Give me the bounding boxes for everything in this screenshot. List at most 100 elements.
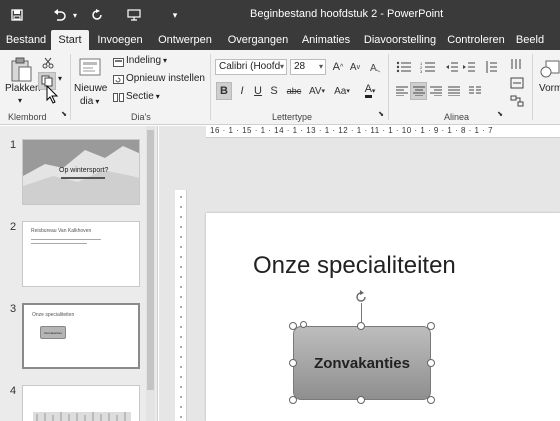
thumbnail-slide-1[interactable]: Op wintersport? — [22, 139, 140, 205]
resize-handle-top[interactable] — [357, 322, 365, 330]
chevron-down-icon: ▾ — [318, 62, 323, 71]
svg-text:3: 3 — [420, 69, 423, 73]
thumbnail-number: 2 — [10, 221, 17, 233]
shapes-button[interactable]: Vorm — [539, 83, 560, 94]
shrink-font-icon[interactable]: Av — [348, 59, 362, 75]
shapes-icon[interactable] — [540, 56, 560, 82]
bold-glyph: B — [220, 85, 228, 97]
thumbnail-title: Onze specialiteiten — [32, 312, 75, 318]
spacing-glyph: AV — [308, 85, 322, 97]
section-icon — [112, 92, 124, 102]
bold-button[interactable]: B — [216, 82, 232, 100]
grow-font-icon[interactable]: A ^ — [331, 59, 345, 75]
new-slide-button-2[interactable]: dia ▾ — [80, 96, 99, 107]
copy-dropdown-icon[interactable]: ▾ — [58, 74, 62, 83]
thumbnail-text-line — [31, 243, 87, 244]
bullets-icon[interactable] — [393, 59, 415, 75]
underline-button[interactable]: U — [251, 82, 265, 100]
resize-handle-bottom-right[interactable] — [427, 396, 435, 404]
justify-icon[interactable] — [446, 83, 462, 99]
thumbnail-slide-3[interactable]: Onze specialiteiten Zonvakanties — [22, 303, 140, 369]
chevron-down-icon: ▾ — [346, 88, 350, 95]
paste-button[interactable]: Plakken — [5, 83, 41, 94]
reset-button[interactable]: Opnieuw instellen — [126, 73, 205, 84]
thumbnail-slide-4[interactable] — [22, 385, 140, 421]
strikethrough-button[interactable]: abc — [284, 82, 304, 100]
slide-title[interactable]: Onze specialiteiten — [253, 252, 456, 280]
shadow-button[interactable]: S — [267, 82, 281, 100]
save-icon[interactable] — [8, 6, 26, 24]
font-group-label: Lettertype — [272, 112, 313, 122]
chevron-down-icon: ▾ — [371, 88, 376, 95]
present-icon[interactable] — [124, 6, 144, 24]
thumbnail-number: 1 — [10, 139, 17, 151]
case-glyph: Aa — [334, 85, 347, 97]
adjust-handle[interactable] — [300, 321, 307, 328]
font-color-button[interactable]: A ▾ — [360, 82, 380, 100]
tab-controleren[interactable]: Controleren — [445, 30, 507, 50]
paragraph-launcher-icon[interactable]: ⬊ — [496, 110, 504, 118]
thumbnail-title: Reisbureau Van Kalkhoven — [31, 228, 92, 234]
clear-format-icon[interactable]: A — [368, 59, 382, 75]
align-right-icon[interactable] — [428, 83, 444, 99]
customize-icon[interactable]: ▾ — [168, 6, 182, 24]
thumbnails-scrollbar[interactable] — [146, 126, 155, 421]
tab-bestand[interactable]: Bestand — [3, 30, 49, 50]
divider — [210, 54, 211, 120]
paste-label: Plakken — [5, 83, 41, 94]
tab-invoegen[interactable]: Invoegen — [92, 30, 148, 50]
zonvakanties-shape[interactable]: Zonvakanties — [293, 326, 431, 400]
chevron-down-icon: ▾ — [321, 88, 326, 95]
italic-button[interactable]: I — [235, 82, 249, 100]
scrollbar-thumb[interactable] — [147, 130, 154, 390]
numbering-icon[interactable]: 123 — [417, 59, 439, 75]
font-size-field[interactable]: 28 ▾ — [290, 59, 326, 75]
columns-icon[interactable] — [466, 83, 484, 99]
resize-handle-bottom[interactable] — [357, 396, 365, 404]
resize-handle-bottom-left[interactable] — [289, 396, 297, 404]
chevron-down-icon: ▾ — [155, 92, 160, 101]
resize-handle-left[interactable] — [289, 359, 297, 367]
tab-beeld[interactable]: Beeld — [510, 30, 550, 50]
shapes-label: Vorm — [539, 83, 560, 94]
reset-label: Opnieuw instellen — [126, 73, 205, 84]
redo-icon[interactable] — [88, 6, 106, 24]
resize-handle-right[interactable] — [427, 359, 435, 367]
thumbnail-slide-2[interactable]: Reisbureau Van Kalkhoven — [22, 221, 140, 287]
align-center-icon[interactable] — [410, 82, 427, 100]
clipboard-paste-icon[interactable] — [8, 56, 34, 84]
scissors-icon[interactable] — [40, 56, 56, 70]
decrease-indent-icon[interactable] — [444, 59, 460, 75]
tab-diavoorstelling[interactable]: Diavoorstelling — [361, 30, 439, 50]
thumbnail-chart-image — [33, 412, 131, 421]
align-text-icon[interactable] — [508, 76, 526, 90]
undo-dropdown-icon[interactable]: ▾ — [70, 6, 80, 24]
clipboard-launcher-icon[interactable]: ⬊ — [60, 110, 68, 118]
font-name-field[interactable]: Calibri (Hoofd ▾ — [215, 59, 287, 75]
font-launcher-icon[interactable]: ⬊ — [377, 110, 385, 118]
shrink-font-glyph: A — [349, 61, 357, 73]
smartart-icon[interactable] — [508, 94, 526, 108]
paste-dropdown-icon[interactable]: ▾ — [18, 96, 22, 105]
resize-handle-top-left[interactable] — [289, 322, 297, 330]
layout-button[interactable]: Indeling ▾ — [126, 55, 167, 66]
line-spacing-icon[interactable] — [483, 59, 499, 75]
tab-animaties[interactable]: Animaties — [297, 30, 355, 50]
text-direction-icon[interactable] — [508, 57, 526, 71]
tab-overgangen[interactable]: Overgangen — [224, 30, 292, 50]
change-case-button[interactable]: Aa ▾ — [331, 82, 353, 100]
section-button[interactable]: Sectie ▾ — [126, 91, 160, 102]
tab-ontwerpen[interactable]: Ontwerpen — [152, 30, 218, 50]
new-slide-button[interactable]: Nieuwe — [74, 83, 107, 94]
tab-start[interactable]: Start — [51, 30, 89, 50]
vertical-ruler-ticks — [180, 196, 182, 418]
new-slide-icon[interactable] — [78, 54, 104, 80]
character-spacing-button[interactable]: AV ▾ — [306, 82, 328, 100]
undo-icon[interactable] — [48, 6, 70, 24]
rotate-handle-icon[interactable] — [353, 289, 369, 305]
increase-indent-icon[interactable] — [461, 59, 477, 75]
align-left-icon[interactable] — [394, 83, 410, 99]
section-label: Sectie — [126, 91, 154, 102]
resize-handle-top-right[interactable] — [427, 322, 435, 330]
thumbnail-number: 3 — [10, 303, 17, 315]
